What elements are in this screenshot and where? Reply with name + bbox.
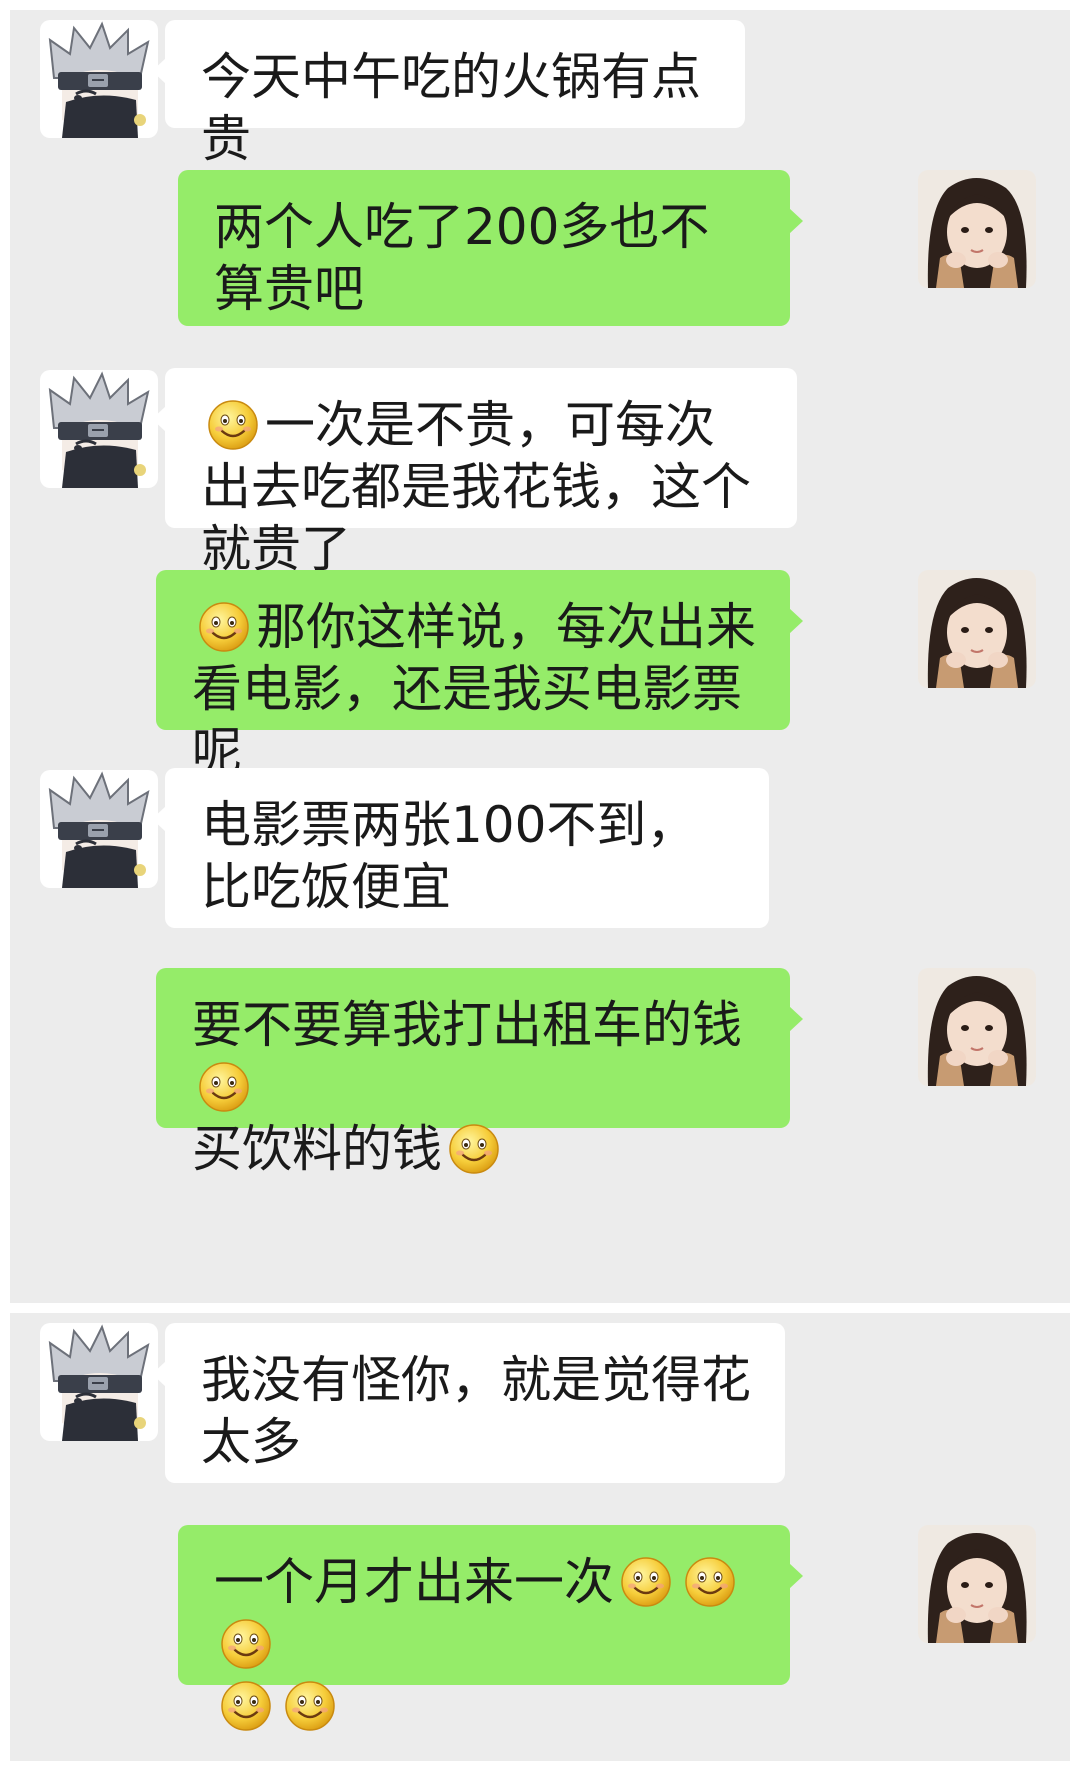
outgoing-message-bubble[interactable]: 两个人吃了200多也不算贵吧 bbox=[178, 170, 803, 326]
incoming-avatar[interactable] bbox=[40, 20, 158, 138]
message-text: 那你这样说，每次出来看电影，还是我买电影票呢 bbox=[192, 598, 756, 780]
smile-emoji-icon bbox=[220, 1680, 272, 1732]
message-text: 两个人吃了200多也不算贵吧 bbox=[214, 198, 710, 318]
outgoing-message-bubble[interactable]: 一个月才出来一次 bbox=[178, 1525, 803, 1731]
incoming-avatar[interactable] bbox=[40, 370, 158, 488]
message-text: 今天中午吃的火锅有点贵 bbox=[201, 48, 701, 168]
message-text: 一次是不贵，可每次出去吃都是我花钱，这个就贵了 bbox=[201, 396, 751, 578]
outgoing-message-bubble[interactable]: 要不要算我打出租车的钱 买饮料的钱 bbox=[156, 968, 803, 1178]
message-text: 电影票两张100不到，比吃饭便宜 bbox=[201, 796, 697, 916]
incoming-message-bubble[interactable]: 电影票两张100不到，比吃饭便宜 bbox=[152, 768, 769, 928]
outgoing-avatar[interactable] bbox=[918, 968, 1036, 1086]
smile-emoji-icon bbox=[284, 1680, 336, 1732]
message-text: 要不要算我打出租车的钱 bbox=[192, 996, 742, 1054]
smile-emoji-icon bbox=[207, 399, 259, 451]
incoming-message-bubble[interactable]: 今天中午吃的火锅有点贵 bbox=[152, 20, 745, 168]
chat-panel-top: 今天中午吃的火锅有点贵 两个人吃了200多也不算贵吧 一次是不贵，可每次出去吃都… bbox=[10, 10, 1070, 1303]
message-text: 买饮料的钱 bbox=[192, 1120, 442, 1178]
smile-emoji-icon bbox=[198, 601, 250, 653]
outgoing-message-bubble[interactable]: 那你这样说，每次出来看电影，还是我买电影票呢 bbox=[156, 570, 803, 780]
outgoing-avatar[interactable] bbox=[918, 1525, 1036, 1643]
incoming-avatar[interactable] bbox=[40, 1323, 158, 1441]
message-text: 我没有怪你，就是觉得花太多 bbox=[201, 1351, 751, 1471]
chat-panel-bottom: 我没有怪你，就是觉得花太多 一个月才出来一次 bbox=[10, 1313, 1070, 1761]
incoming-message-bubble[interactable]: 一次是不贵，可每次出去吃都是我花钱，这个就贵了 bbox=[152, 368, 797, 578]
incoming-message-bubble[interactable]: 我没有怪你，就是觉得花太多 bbox=[152, 1323, 785, 1483]
outgoing-avatar[interactable] bbox=[918, 570, 1036, 688]
smile-emoji-icon bbox=[220, 1618, 272, 1670]
outgoing-avatar[interactable] bbox=[918, 170, 1036, 288]
message-text: 一个月才出来一次 bbox=[214, 1553, 614, 1611]
smile-emoji-icon bbox=[448, 1123, 500, 1175]
incoming-avatar[interactable] bbox=[40, 770, 158, 888]
smile-emoji-icon bbox=[620, 1556, 672, 1608]
smile-emoji-icon bbox=[198, 1061, 250, 1113]
smile-emoji-icon bbox=[684, 1556, 736, 1608]
